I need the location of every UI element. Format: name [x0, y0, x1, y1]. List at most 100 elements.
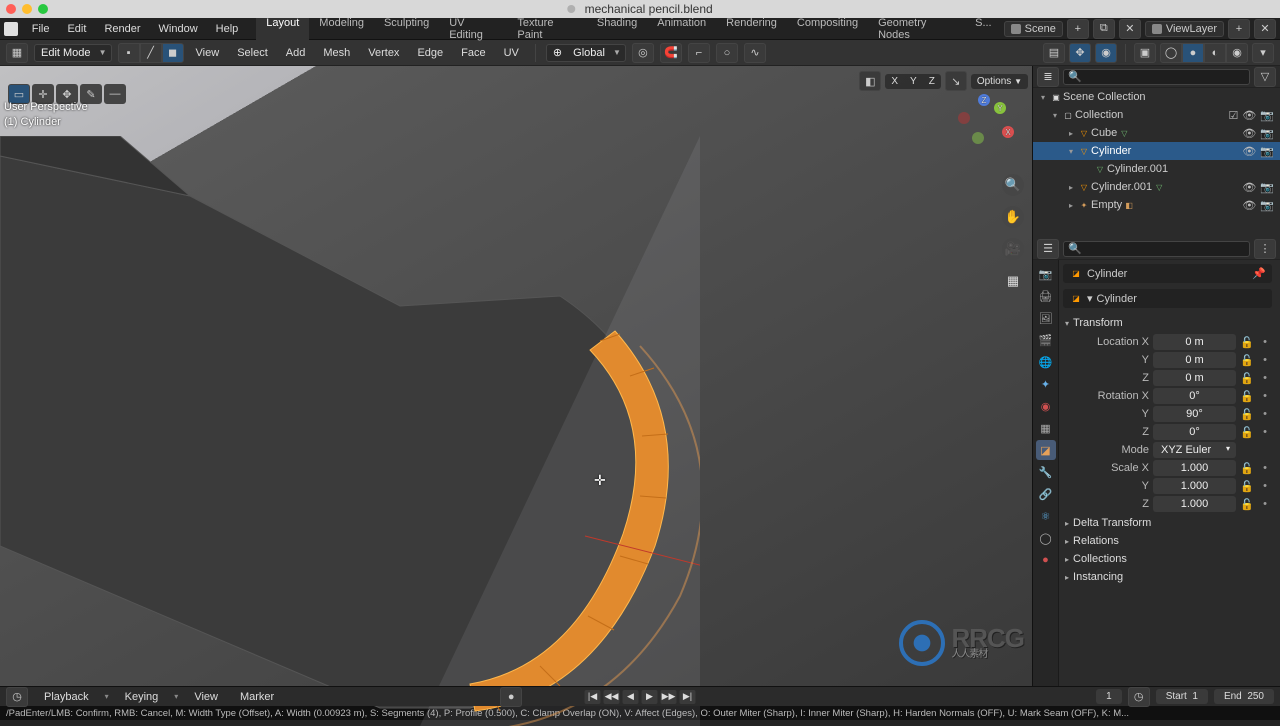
menu-add[interactable]: Add — [280, 47, 312, 59]
current-frame-field[interactable]: 1 — [1096, 689, 1122, 704]
snap-target-icon[interactable]: ⌐ — [688, 43, 710, 63]
tree-item-empty[interactable]: ▸✦Empty ◧ 👁📷 — [1033, 196, 1280, 214]
tab-particles-icon[interactable]: ✦ — [1036, 374, 1056, 394]
scale-z-field[interactable]: 1.000 — [1153, 496, 1236, 512]
properties-options-icon[interactable]: ⋮ — [1254, 239, 1276, 259]
tab-sculpting[interactable]: Sculpting — [374, 14, 439, 44]
menu-view[interactable]: View — [190, 47, 226, 59]
tree-item-cube[interactable]: ▸▽Cube ▽ 👁📷 — [1033, 124, 1280, 142]
tab-output-icon[interactable]: 🖨 — [1036, 286, 1056, 306]
jump-end-icon[interactable]: ▶| — [680, 690, 696, 704]
tree-item-cylinder001[interactable]: ▸▽Cylinder.001 ▽ 👁📷 — [1033, 178, 1280, 196]
lock-icon[interactable]: 🔓 — [1240, 462, 1254, 475]
tab-scene-icon[interactable]: 🎬 — [1036, 330, 1056, 350]
crumb-object[interactable]: ◪Cylinder📌 — [1063, 264, 1272, 283]
menu-edge[interactable]: Edge — [411, 47, 449, 59]
loc-y-field[interactable]: 0 m — [1153, 352, 1236, 368]
gizmo-x-icon[interactable]: X — [1002, 126, 1014, 138]
tab-geometry-nodes[interactable]: Geometry Nodes — [868, 14, 965, 44]
lock-icon[interactable]: 🔓 — [1240, 426, 1254, 439]
lock-icon[interactable]: 🔓 — [1240, 354, 1254, 367]
panel-delta[interactable]: ▸Delta Transform — [1063, 514, 1272, 532]
scene-dup-button[interactable]: ⧉ — [1093, 19, 1115, 39]
tab-constraints-icon[interactable]: 🔗 — [1036, 484, 1056, 504]
render-icon[interactable]: 📷 — [1260, 199, 1274, 212]
loc-x-field[interactable]: 0 m — [1153, 334, 1236, 350]
lock-icon[interactable]: 🔓 — [1240, 498, 1254, 511]
scene-del-button[interactable]: ✕ — [1119, 19, 1141, 39]
render-icon[interactable]: 📷 — [1260, 181, 1274, 194]
jump-start-icon[interactable]: |◀ — [585, 690, 601, 704]
close-window-icon[interactable] — [6, 4, 16, 14]
lock-icon[interactable]: 🔓 — [1240, 372, 1254, 385]
vis-icon[interactable]: 👁 — [1242, 199, 1256, 212]
snap-icon[interactable]: 🧲 — [660, 43, 682, 63]
mirror-x-icon[interactable]: ◧ — [859, 71, 881, 91]
panel-instancing[interactable]: ▸Instancing — [1063, 568, 1272, 586]
properties-type-icon[interactable]: ☰ — [1037, 239, 1059, 259]
mirror-axes[interactable]: XYZ — [885, 74, 940, 89]
edge-select-icon[interactable]: ╱ — [140, 43, 162, 63]
viewlayer-add-button[interactable]: + — [1228, 19, 1250, 39]
options-button[interactable]: Options ▼ — [971, 74, 1028, 89]
tab-rendering[interactable]: Rendering — [716, 14, 787, 44]
menu-keying[interactable]: Keying — [119, 691, 165, 703]
menu-render[interactable]: Render — [96, 21, 148, 37]
scale-y-field[interactable]: 1.000 — [1153, 478, 1236, 494]
camera-view-icon[interactable]: 🎥 — [1002, 238, 1024, 260]
tab-physics-icon[interactable]: ⚛ — [1036, 506, 1056, 526]
window-controls[interactable] — [6, 4, 48, 14]
filter-icon[interactable]: ▽ — [1254, 67, 1276, 87]
outliner-search[interactable]: 🔍 — [1063, 69, 1250, 85]
end-field[interactable]: End 250 — [1214, 689, 1274, 704]
tab-compositing[interactable]: Compositing — [787, 14, 868, 44]
tab-modifier-icon[interactable]: 🔧 — [1036, 462, 1056, 482]
vis-icon[interactable]: 👁 — [1242, 145, 1256, 158]
vis-icon[interactable]: 👁 — [1242, 127, 1256, 140]
tab-texture-paint[interactable]: Texture Paint — [507, 14, 586, 44]
crumb-object-data[interactable]: ◪▾ Cylinder — [1063, 289, 1272, 308]
render-icon[interactable]: 📷 — [1260, 109, 1274, 122]
prev-key-icon[interactable]: ◀◀ — [604, 690, 620, 704]
play-icon[interactable]: ▶ — [642, 690, 658, 704]
autokey-icon[interactable]: ● — [500, 687, 522, 707]
properties-search[interactable]: 🔍 — [1063, 241, 1250, 257]
tab-scripting[interactable]: S... — [965, 14, 1002, 44]
orientation-select[interactable]: ⊕ Global▼ — [546, 44, 626, 62]
zoom-icon[interactable]: 🔍 — [1002, 174, 1024, 196]
viewlayer-select[interactable]: ViewLayer — [1145, 21, 1224, 37]
menu-marker[interactable]: Marker — [234, 691, 280, 703]
shading-matprev-icon[interactable]: ◐ — [1204, 43, 1226, 63]
vertex-select-icon[interactable]: ▪ — [118, 43, 140, 63]
lock-icon[interactable]: 🔓 — [1240, 390, 1254, 403]
viewport-3d[interactable]: ▭ ✛ ✥ ✎ — ◧ XYZ ↘ Options ▼ User Perspec… — [0, 66, 1032, 686]
lock-icon[interactable]: 🔓 — [1240, 336, 1254, 349]
play-rev-icon[interactable]: ◀ — [623, 690, 639, 704]
maximize-window-icon[interactable] — [38, 4, 48, 14]
tab-animation[interactable]: Animation — [647, 14, 716, 44]
nav-gizmo[interactable]: Z Y X — [958, 94, 1014, 150]
tool-measure-icon[interactable]: — — [104, 84, 126, 104]
panel-transform[interactable]: ▾Transform — [1063, 314, 1272, 332]
scale-x-field[interactable]: 1.000 — [1153, 460, 1236, 476]
rot-x-field[interactable]: 0° — [1153, 388, 1236, 404]
pivot-icon[interactable]: ◎ — [632, 43, 654, 63]
face-select-icon[interactable]: ◼ — [162, 43, 184, 63]
next-key-icon[interactable]: ▶▶ — [661, 690, 677, 704]
prop-falloff-icon[interactable]: ∿ — [744, 43, 766, 63]
tab-object-icon[interactable]: ◪ — [1036, 440, 1056, 460]
menu-help[interactable]: Help — [208, 21, 247, 37]
automerge-icon[interactable]: ↘ — [945, 71, 967, 91]
panel-collections[interactable]: ▸Collections — [1063, 550, 1272, 568]
tab-viewlayer-icon[interactable]: 🖼 — [1036, 308, 1056, 328]
outliner-type-icon[interactable]: ≣ — [1037, 67, 1059, 87]
properties-body[interactable]: ◪Cylinder📌 ◪▾ Cylinder ▾Transform Locati… — [1059, 260, 1280, 686]
gizmo-y-icon[interactable]: Y — [994, 102, 1006, 114]
gizmo-z-icon[interactable]: Z — [978, 94, 990, 106]
viewlayer-del-button[interactable]: ✕ — [1254, 19, 1276, 39]
tab-objectdata2-icon[interactable]: ◯ — [1036, 528, 1056, 548]
gizmo-negx-icon[interactable] — [958, 112, 970, 124]
rot-mode-select[interactable]: XYZ Euler ▾ — [1153, 442, 1236, 458]
rot-y-field[interactable]: 90° — [1153, 406, 1236, 422]
menu-playback[interactable]: Playback — [38, 691, 95, 703]
